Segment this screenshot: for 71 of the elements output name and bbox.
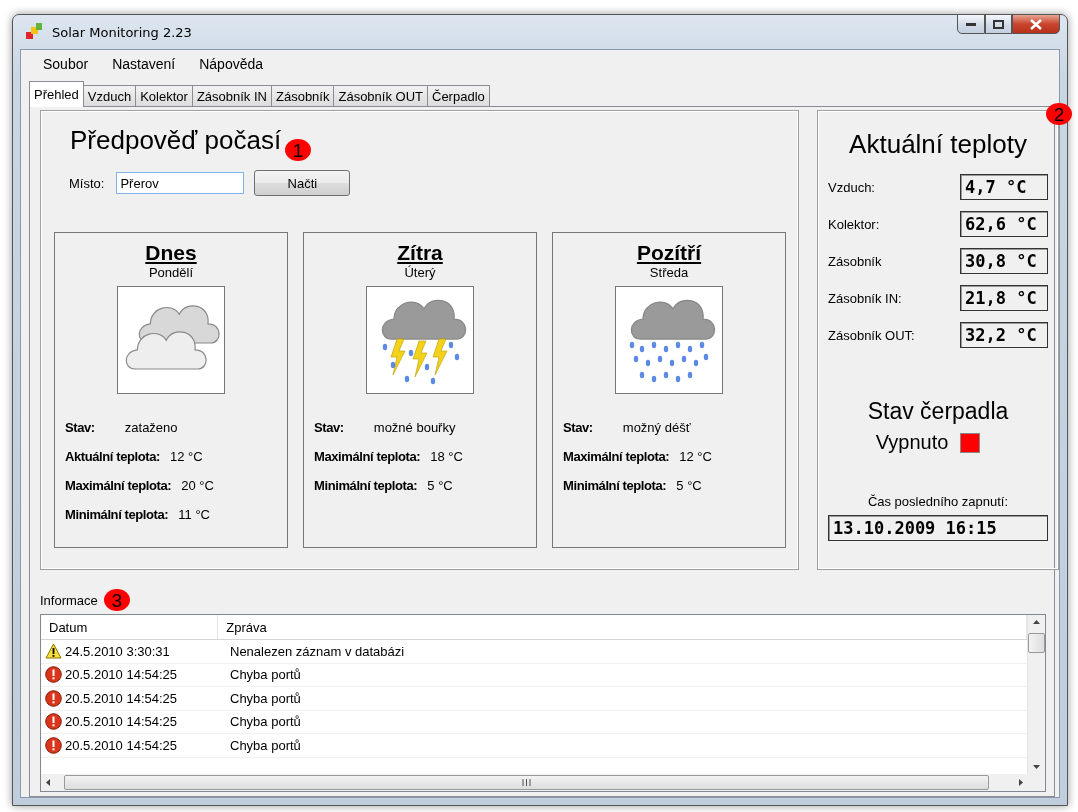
log-date-cell: 20.5.2010 14:54:25 — [41, 666, 221, 684]
place-label: Místo: — [69, 175, 105, 191]
tab[interactable]: Vzduch — [82, 85, 137, 107]
forecast-label: Maximální teplota: — [314, 449, 422, 464]
window-title: Solar Monitoring 2.23 — [52, 24, 193, 40]
day-title: Pozítří — [636, 241, 702, 265]
weekday-label: Středa — [649, 265, 689, 280]
forecast-label: Maximální teplota: — [563, 449, 671, 464]
last-on-display: 13.10.2009 16:15 — [828, 515, 1048, 541]
log-date-cell: 20.5.2010 14:54:25 — [41, 736, 221, 754]
forecast-label: Stav: — [65, 420, 96, 435]
forecast-value: 18 °C — [430, 449, 463, 464]
log-message-cell-text: Chyba portů — [229, 667, 302, 683]
sensor-label: Zásobník IN: — [828, 290, 902, 306]
callout-marker: 2 — [1046, 103, 1072, 125]
day-title: Dnes — [145, 241, 197, 265]
temperature-display: 4,7 °C — [960, 174, 1048, 200]
menu-item[interactable]: Nápověda — [199, 56, 264, 72]
info-title: Informace — [40, 592, 98, 608]
callout-marker: 1 — [285, 139, 312, 161]
last-on-label: Čas posledního zapnutí: — [867, 494, 1009, 509]
weekday-label: Úterý — [404, 265, 436, 280]
forecast-value: zataženo — [124, 420, 178, 435]
forecast-label: Minimální teplota: — [563, 478, 668, 493]
forecast-value: 5 °C — [676, 478, 702, 493]
temperature-display: 32,2 °C — [960, 322, 1048, 348]
log-date-cell: 24.5.2010 3:30:31 — [41, 643, 221, 660]
log-message-cell-text: Chyba portů — [229, 714, 302, 730]
temperature-display: 30,8 °C — [960, 248, 1048, 274]
tab[interactable]: Čerpadlo — [427, 85, 490, 107]
tab[interactable]: Zásobník IN — [191, 85, 272, 107]
forecast-value: 20 °C — [181, 478, 214, 493]
log-date-cell: 20.5.2010 14:54:25 — [41, 689, 221, 707]
menu-item[interactable]: Nastavení — [112, 56, 176, 72]
forecast-label: Aktuální teplota: — [65, 449, 162, 464]
forecast-value: 12 °C — [170, 449, 203, 464]
forecast-label: Minimální teplota: — [65, 507, 170, 522]
menu-item[interactable]: Soubor — [43, 56, 89, 72]
forecast-label: Stav: — [314, 420, 345, 435]
sensor-label: Zásobník — [828, 253, 882, 269]
weekday-label: Pondělí — [148, 265, 194, 280]
log-message-cell-text: Chyba portů — [229, 690, 302, 706]
forecast-label: Minimální teplota: — [314, 478, 419, 493]
pump-state: Vypnuto — [875, 431, 949, 454]
tab[interactable]: Zásobník OUT — [333, 85, 428, 107]
temperatures-title: Aktuální teploty — [849, 129, 1027, 160]
tab[interactable]: Kolektor — [135, 85, 193, 107]
log-date-cell: 20.5.2010 14:54:25 — [41, 713, 221, 731]
temperature-display: 62,6 °C — [960, 211, 1048, 237]
forecast-label: Stav: — [563, 420, 594, 435]
tab[interactable]: Zásobník — [271, 85, 335, 107]
forecast-value: možné bouřky — [373, 420, 456, 435]
forecast-label: Maximální teplota: — [65, 478, 173, 493]
load-button[interactable]: Načti — [254, 170, 351, 196]
forecast-value: možný déšť — [622, 420, 691, 435]
tab[interactable]: Přehled — [29, 81, 84, 107]
place-input[interactable]: Přerov — [116, 172, 245, 194]
log-message-cell-text: Chyba portů — [229, 737, 302, 753]
day-title: Zítra — [397, 241, 443, 265]
sensor-label: Kolektor: — [828, 216, 880, 232]
callout-marker: 3 — [103, 589, 130, 611]
temperature-display: 21,8 °C — [960, 285, 1048, 311]
log-message-cell-text: Nenalezen záznam v databázi — [229, 643, 406, 659]
forecast-value: 5 °C — [427, 478, 453, 493]
column-header[interactable]: Datum — [41, 615, 219, 639]
sensor-label: Zásobník OUT: — [828, 327, 915, 343]
forecast-value: 11 °C — [178, 507, 210, 522]
forecast-value: 12 °C — [679, 449, 712, 464]
sensor-label: Vzduch: — [828, 179, 875, 195]
forecast-title: Předpověď počasí — [70, 125, 282, 155]
pump-title: Stav čerpadla — [867, 398, 1009, 425]
